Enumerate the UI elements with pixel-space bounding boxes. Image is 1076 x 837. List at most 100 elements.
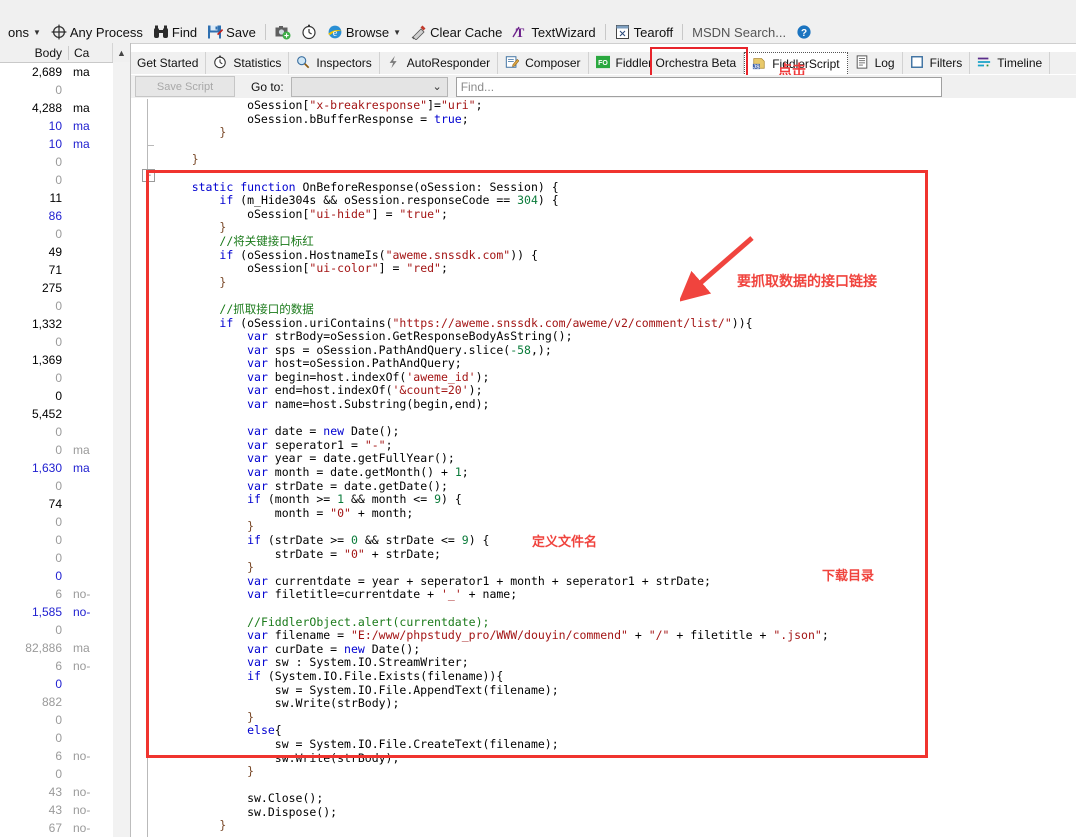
session-list[interactable]: Body Ca ▲ 2,689 ma 0 4,288 ma 10 ma 10 ma 0 0 11 86 0…	[0, 43, 131, 837]
session-body-size: 0	[55, 551, 62, 565]
scroll-up-arrow-icon[interactable]: ▲	[112, 43, 130, 62]
session-row[interactable]: 0	[0, 81, 130, 99]
session-row[interactable]: 882	[0, 693, 130, 711]
session-row[interactable]: 1,369	[0, 351, 130, 369]
code-line: oSession.bBufferResponse = true;	[164, 111, 469, 126]
toolbar-help-button[interactable]: ?	[791, 21, 817, 43]
session-row[interactable]: 275	[0, 279, 130, 297]
session-caching: ma	[73, 641, 90, 655]
column-header-caching[interactable]: Ca	[69, 46, 89, 60]
session-caching: ma	[73, 461, 90, 475]
session-row[interactable]: 43 no-	[0, 801, 130, 819]
session-row[interactable]: 86	[0, 207, 130, 225]
toolbar-any-process-button[interactable]: Any Process	[46, 21, 148, 43]
find-input[interactable]: Find...	[455, 76, 942, 97]
session-row[interactable]: 0 ma	[0, 441, 130, 459]
toolbar-options-button[interactable]: ons ▼	[0, 21, 46, 43]
save-script-button[interactable]: Save Script	[135, 76, 235, 97]
session-row[interactable]: 0	[0, 621, 130, 639]
toolbar-textwizard-button[interactable]: T TextWizard	[507, 21, 600, 43]
session-row[interactable]: 0	[0, 423, 130, 441]
toolbar-screenshot-button[interactable]	[270, 21, 296, 43]
save-icon	[207, 24, 224, 40]
session-row[interactable]: 0	[0, 567, 130, 585]
tab-log-label: Log	[874, 56, 895, 70]
toolbar-tearoff-button[interactable]: Tearoff	[610, 21, 679, 43]
session-row[interactable]: 0	[0, 225, 130, 243]
session-row[interactable]: 0	[0, 369, 130, 387]
session-body-size: 4,288	[31, 101, 62, 115]
msdn-search-field[interactable]: MSDN Search...	[687, 25, 791, 40]
session-row[interactable]: 0	[0, 729, 130, 747]
session-row[interactable]: 0	[0, 297, 130, 315]
session-row[interactable]: 1,630 ma	[0, 459, 130, 477]
session-row[interactable]: 0	[0, 711, 130, 729]
chevron-down-icon: ▼	[393, 27, 402, 37]
session-row[interactable]: 43 no-	[0, 783, 130, 801]
tab-statistics-label: Statistics	[233, 56, 282, 70]
session-row[interactable]: 0	[0, 153, 130, 171]
fold-tick	[147, 145, 154, 146]
session-row[interactable]: 0	[0, 513, 130, 531]
tab-timeline[interactable]: Timeline	[970, 52, 1051, 74]
tab-autoresponder[interactable]: AutoResponder	[379, 52, 499, 74]
tab-log[interactable]: Log	[847, 52, 903, 74]
session-row[interactable]: 71	[0, 261, 130, 279]
session-body-size: 0	[55, 371, 62, 385]
tab-inspectors[interactable]: Inspectors	[289, 52, 380, 74]
goto-select[interactable]: ⌄	[290, 76, 448, 97]
session-list-scrollbar[interactable]	[113, 62, 130, 837]
toolbar-save-button[interactable]: Save	[202, 21, 261, 43]
session-row[interactable]: 6 no-	[0, 585, 130, 603]
session-row[interactable]: 11	[0, 189, 130, 207]
toolbar-timer-button[interactable]	[296, 21, 322, 43]
session-caching: ma	[73, 119, 90, 133]
session-row[interactable]: 0	[0, 333, 130, 351]
code-editor[interactable]: − oSession["x-breakresponse"]="uri"; oSe…	[131, 99, 1076, 837]
session-row[interactable]: 49	[0, 243, 130, 261]
toolbar-clear-cache-button[interactable]: Clear Cache	[406, 21, 507, 43]
session-row[interactable]: 0	[0, 549, 130, 567]
toolbar-browse-button[interactable]: e Browse ▼	[322, 21, 406, 43]
session-body-size: 1,585	[31, 605, 62, 619]
fold-collapse-box[interactable]: −	[142, 169, 155, 182]
tab-fiddler-orchestra[interactable]: FO Fiddler Orchestra Beta	[588, 52, 745, 74]
toolbar-find-button[interactable]: Find	[148, 21, 202, 43]
tab-composer[interactable]: Composer	[498, 52, 589, 74]
session-row[interactable]: 1,585 no-	[0, 603, 130, 621]
session-body-size: 0	[55, 533, 62, 547]
tab-get-started[interactable]: Get Started	[130, 52, 207, 74]
session-row[interactable]: 0	[0, 387, 130, 405]
session-row[interactable]: 10 ma	[0, 135, 130, 153]
compose-icon	[505, 55, 521, 71]
tab-statistics[interactable]: Statistics	[206, 52, 290, 74]
code-line: }	[164, 560, 255, 575]
session-row[interactable]: 5,452	[0, 405, 130, 423]
tab-filters[interactable]: Filters	[902, 52, 971, 74]
session-row[interactable]: 67 no-	[0, 819, 130, 837]
tab-inspectors-label: Inspectors	[316, 56, 372, 70]
tab-filters-label: Filters	[929, 56, 963, 70]
session-row[interactable]: 82,886 ma	[0, 639, 130, 657]
code-text[interactable]: oSession["x-breakresponse"]="uri"; oSess…	[164, 99, 1076, 837]
session-body-size: 0	[55, 173, 62, 187]
tab-timeline-label: Timeline	[997, 56, 1043, 70]
session-row[interactable]: 6 no-	[0, 657, 130, 675]
session-row[interactable]: 1,332	[0, 315, 130, 333]
session-row[interactable]: 0	[0, 765, 130, 783]
session-row[interactable]: 2,689 ma	[0, 63, 130, 81]
session-row[interactable]: 6 no-	[0, 747, 130, 765]
session-row[interactable]: 4,288 ma	[0, 99, 130, 117]
session-row[interactable]: 10 ma	[0, 117, 130, 135]
session-row[interactable]: 0	[0, 675, 130, 693]
session-row[interactable]: 0	[0, 477, 130, 495]
session-row[interactable]: 0	[0, 531, 130, 549]
session-row[interactable]: 74	[0, 495, 130, 513]
main-toolbar: ons ▼ Any Process Find Save e Browse ▼ C…	[0, 0, 1076, 44]
column-header-body[interactable]: Body	[0, 46, 68, 60]
session-row[interactable]: 0	[0, 171, 130, 189]
code-fold-gutter[interactable]: −	[131, 99, 163, 837]
filters-icon	[910, 55, 926, 71]
